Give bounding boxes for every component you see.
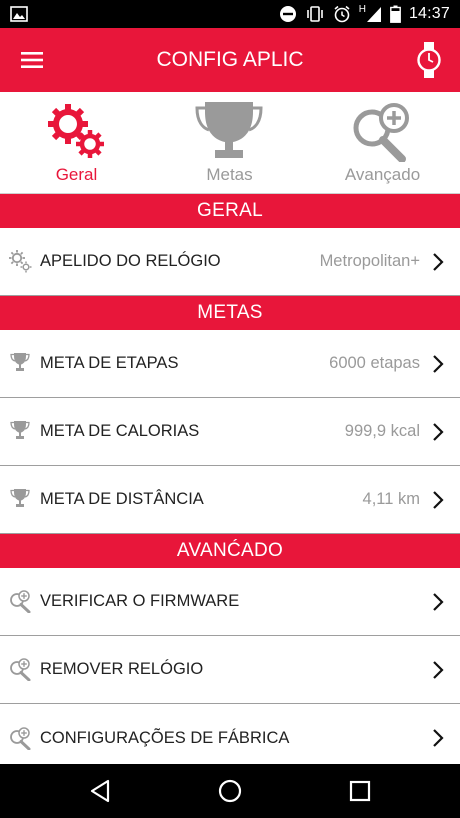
- trophy-icon: [10, 353, 30, 371]
- row-label: META DE ETAPAS: [40, 354, 179, 372]
- list-item-meta-etapas[interactable]: META DE ETAPAS 6000 etapas: [0, 330, 460, 398]
- list-item-meta-calorias[interactable]: META DE CALORIAS 999,9 kcal: [0, 398, 460, 466]
- page-title: CONFIG APLIC: [156, 48, 304, 71]
- row-label: META DE DISTÂNCIA: [40, 490, 204, 508]
- chevron-right-icon: [433, 661, 444, 679]
- status-bar: H 14:37: [0, 0, 460, 28]
- magnifier-plus-icon: [10, 590, 31, 613]
- home-icon[interactable]: [217, 778, 243, 804]
- gears-icon: [9, 250, 32, 273]
- alarm-icon: [334, 5, 350, 23]
- trophy-icon: [195, 102, 263, 158]
- tab-bar: Geral Metas Avançado: [0, 92, 460, 194]
- list-item-remover-relogio[interactable]: REMOVER RELÓGIO: [0, 636, 460, 704]
- do-not-disturb-icon: [279, 6, 296, 22]
- row-label: APELIDO DO RELÓGIO: [40, 252, 221, 270]
- row-value: 999,9 kcal: [344, 422, 420, 440]
- tab-geral[interactable]: Geral: [0, 92, 153, 192]
- tab-label: Metas: [206, 165, 253, 184]
- row-label: VERIFICAR O FIRMWARE: [40, 592, 240, 610]
- system-nav-bar: [0, 764, 460, 818]
- section-header-metas: METAS: [0, 296, 460, 330]
- watch-icon[interactable]: [416, 41, 442, 79]
- row-label: REMOVER RELÓGIO: [40, 660, 204, 678]
- chevron-right-icon: [433, 423, 444, 441]
- app-bar: CONFIG APLIC: [0, 28, 460, 92]
- chevron-right-icon: [433, 253, 444, 271]
- list-item-configuracoes-fabrica[interactable]: CONFIGURAÇÕES DE FÁBRICA: [0, 704, 460, 764]
- list-item-apelido[interactable]: APELIDO DO RELÓGIO Metropolitan+: [0, 228, 460, 296]
- vibrate-icon: [306, 6, 323, 22]
- gears-icon: [48, 104, 104, 158]
- row-value: 4,11 km: [362, 490, 420, 508]
- row-label: META DE CALORIAS: [40, 422, 200, 440]
- network-type-label: H: [358, 4, 366, 15]
- magnifier-plus-icon: [10, 727, 31, 750]
- row-label: CONFIGURAÇÕES DE FÁBRICA: [40, 729, 290, 747]
- chevron-right-icon: [433, 593, 444, 611]
- back-icon[interactable]: [88, 778, 114, 804]
- magnifier-plus-icon: [10, 658, 31, 681]
- magnifier-plus-icon: [353, 103, 409, 162]
- tab-avancado[interactable]: Avançado: [306, 92, 459, 192]
- tab-label: Avançado: [344, 165, 421, 184]
- trophy-icon: [10, 421, 30, 439]
- section-header-avancado: AVANĆADO: [0, 534, 460, 568]
- trophy-icon: [10, 489, 30, 507]
- row-value: Metropolitan+: [319, 252, 420, 270]
- battery-icon: [390, 5, 401, 23]
- chevron-right-icon: [433, 355, 444, 373]
- recents-icon[interactable]: [347, 778, 373, 804]
- list-item-meta-distancia[interactable]: META DE DISTÂNCIA 4,11 km: [0, 466, 460, 534]
- tab-label: Geral: [55, 165, 98, 184]
- signal-icon: [366, 7, 381, 22]
- chevron-right-icon: [433, 491, 444, 509]
- tab-metas[interactable]: Metas: [153, 92, 306, 192]
- chevron-right-icon: [433, 729, 444, 747]
- section-header-geral: GERAL: [0, 194, 460, 228]
- image-icon: [10, 6, 28, 22]
- list-item-verificar-firmware[interactable]: VERIFICAR O FIRMWARE: [0, 568, 460, 636]
- row-value: 6000 etapas: [329, 354, 420, 372]
- clock-time: 14:37: [408, 5, 450, 22]
